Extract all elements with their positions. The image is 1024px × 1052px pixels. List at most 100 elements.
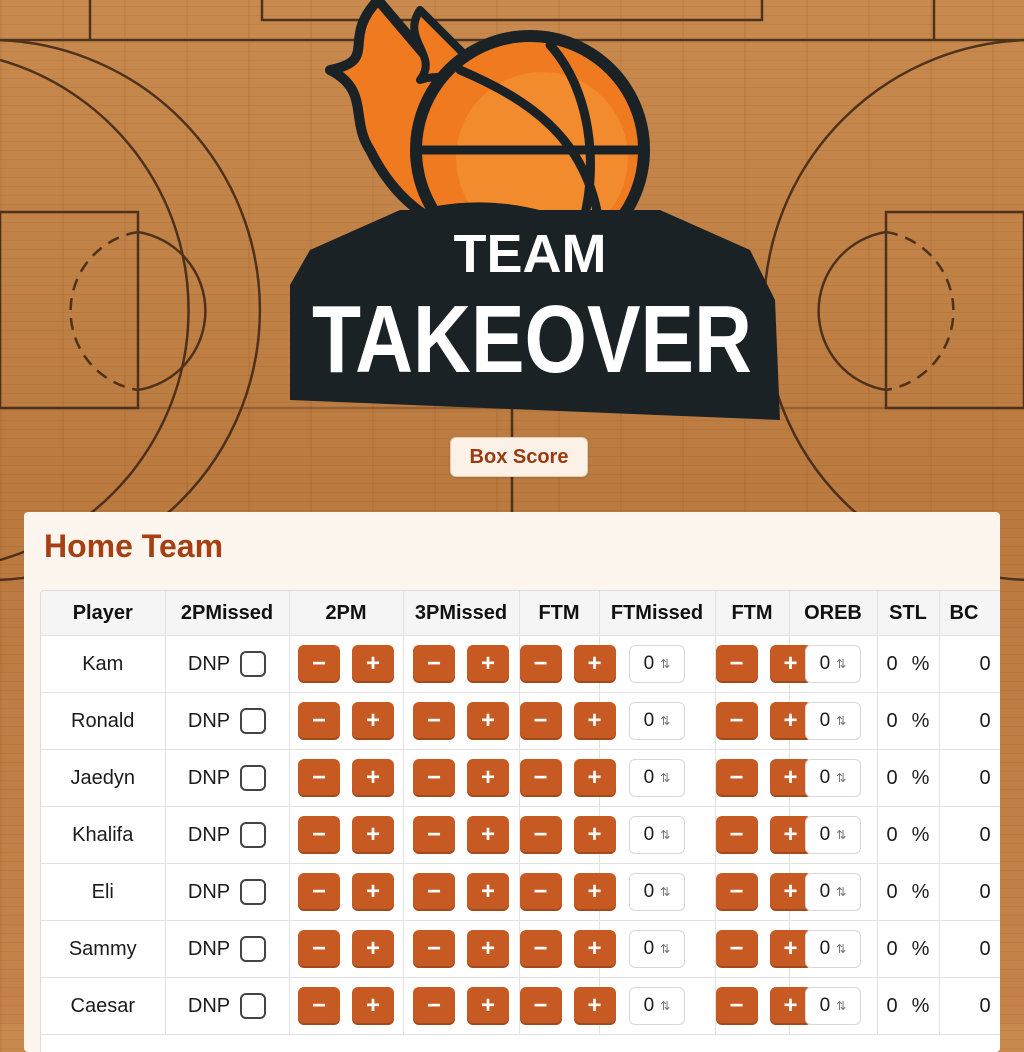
- 2pm-plus-button[interactable]: +: [467, 645, 509, 683]
- percent-sign: %: [911, 880, 930, 903]
- 2pmissed-minus-button[interactable]: −: [298, 816, 340, 854]
- 2pmissed-plus-button[interactable]: +: [352, 873, 394, 911]
- 2pm-minus-button[interactable]: −: [413, 873, 455, 911]
- spinner-arrows-icon[interactable]: ⇅: [660, 886, 670, 898]
- spinner-arrows-icon[interactable]: ⇅: [836, 943, 846, 955]
- spinner-arrows-icon[interactable]: ⇅: [836, 772, 846, 784]
- box-score-button[interactable]: Box Score: [450, 437, 588, 477]
- ftmissed-minus-button[interactable]: −: [715, 816, 758, 854]
- ftm-number-input[interactable]: 0 ⇅: [629, 816, 685, 854]
- dnp-checkbox[interactable]: [240, 993, 267, 1019]
- 2pmissed-minus-button[interactable]: −: [298, 987, 340, 1025]
- 2pmissed-plus-button[interactable]: +: [352, 759, 394, 797]
- table-row: Caesar DNP − + − + − + 0 ⇅ − + 0 ⇅ 0 % 0: [41, 977, 1000, 1035]
- 3pmissed-plus-button[interactable]: +: [573, 759, 616, 797]
- ftm-2-number-input[interactable]: 0 ⇅: [805, 645, 861, 683]
- 2pmissed-minus-button[interactable]: −: [298, 645, 340, 683]
- 2pm-plus-button[interactable]: +: [467, 930, 509, 968]
- ftmissed-minus-button[interactable]: −: [715, 759, 758, 797]
- 3pmissed-minus-button[interactable]: −: [519, 930, 562, 968]
- spinner-arrows-icon[interactable]: ⇅: [660, 943, 670, 955]
- 3pmissed-minus-button[interactable]: −: [519, 816, 562, 854]
- spinner-arrows-icon[interactable]: ⇅: [836, 715, 846, 727]
- dnp-checkbox[interactable]: [240, 651, 267, 677]
- spinner-arrows-icon[interactable]: ⇅: [660, 829, 670, 841]
- box-score-table: Player 2PMissed 2PM 3PMissed FTM FTMisse…: [41, 591, 1000, 1035]
- 2pmissed-minus-button[interactable]: −: [298, 930, 340, 968]
- dnp-label: DNP: [187, 937, 231, 960]
- spinner-arrows-icon[interactable]: ⇅: [836, 1000, 846, 1012]
- 3pmissed-plus-button[interactable]: +: [573, 702, 616, 740]
- table-row: Kam DNP − + − + − + 0 ⇅ − + 0 ⇅ 0 % 0: [41, 635, 1000, 693]
- 2pm-plus-button[interactable]: +: [467, 702, 509, 740]
- 3pmissed-minus-button[interactable]: −: [519, 873, 562, 911]
- 2pm-plus-button[interactable]: +: [467, 873, 509, 911]
- 2pm-stepper: − +: [413, 759, 509, 797]
- 3pmissed-plus-button[interactable]: +: [573, 873, 616, 911]
- ftm-2-number-input[interactable]: 0 ⇅: [805, 702, 861, 740]
- ftm-2-number-input[interactable]: 0 ⇅: [805, 873, 861, 911]
- ftm-number-input[interactable]: 0 ⇅: [629, 759, 685, 797]
- ftm-number-input[interactable]: 0 ⇅: [629, 702, 685, 740]
- 2pm-plus-button[interactable]: +: [467, 816, 509, 854]
- spinner-arrows-icon[interactable]: ⇅: [660, 1000, 670, 1012]
- 2pmissed-minus-button[interactable]: −: [298, 702, 340, 740]
- ftm-2-number-input[interactable]: 0 ⇅: [805, 759, 861, 797]
- 2pm-plus-button[interactable]: +: [467, 987, 509, 1025]
- 3pmissed-minus-button[interactable]: −: [519, 702, 562, 740]
- 2pmissed-plus-button[interactable]: +: [352, 816, 394, 854]
- spinner-arrows-icon[interactable]: ⇅: [836, 658, 846, 670]
- 2pmissed-plus-button[interactable]: +: [352, 645, 394, 683]
- 3pmissed-plus-button[interactable]: +: [573, 816, 616, 854]
- ftm-value: 0: [643, 938, 655, 959]
- col-header-player: Player: [41, 591, 166, 636]
- 2pm-minus-button[interactable]: −: [413, 987, 455, 1025]
- spinner-arrows-icon[interactable]: ⇅: [660, 715, 670, 727]
- ftm-number-input[interactable]: 0 ⇅: [629, 930, 685, 968]
- 2pm-minus-button[interactable]: −: [413, 930, 455, 968]
- 2pmissed-plus-button[interactable]: +: [352, 702, 394, 740]
- 2pm-minus-button[interactable]: −: [413, 759, 455, 797]
- 3pmissed-minus-button[interactable]: −: [519, 759, 562, 797]
- 3pmissed-plus-button[interactable]: +: [573, 987, 616, 1025]
- dnp-checkbox[interactable]: [240, 765, 267, 791]
- ftm-2-number-input[interactable]: 0 ⇅: [805, 987, 861, 1025]
- spinner-arrows-icon[interactable]: ⇅: [836, 829, 846, 841]
- 2pm-stepper: − +: [413, 873, 509, 911]
- ftm-2-value: 0: [819, 995, 831, 1016]
- dnp-checkbox[interactable]: [240, 822, 267, 848]
- ftm-number-input[interactable]: 0 ⇅: [629, 645, 685, 683]
- 3pmissed-minus-button[interactable]: −: [519, 987, 562, 1025]
- 3pmissed-plus-button[interactable]: +: [573, 930, 616, 968]
- dnp-checkbox[interactable]: [240, 708, 267, 734]
- 2pmissed-plus-button[interactable]: +: [352, 987, 394, 1025]
- spinner-arrows-icon[interactable]: ⇅: [660, 772, 670, 784]
- ftm-2-number-input[interactable]: 0 ⇅: [805, 930, 861, 968]
- 2pmissed-plus-button[interactable]: +: [352, 930, 394, 968]
- 2pm-plus-button[interactable]: +: [467, 759, 509, 797]
- 2pmissed-stepper: − +: [298, 702, 394, 740]
- 2pm-minus-button[interactable]: −: [413, 645, 455, 683]
- ftm-number-input[interactable]: 0 ⇅: [629, 987, 685, 1025]
- 3pmissed-plus-button[interactable]: +: [573, 645, 616, 683]
- home-team-panel: Home Team Player 2PMissed 2PM 3PMissed F…: [24, 512, 1000, 1052]
- ftm-number-input[interactable]: 0 ⇅: [629, 873, 685, 911]
- ftmissed-minus-button[interactable]: −: [715, 930, 758, 968]
- ftm-2-number-input[interactable]: 0 ⇅: [805, 816, 861, 854]
- 2pmissed-minus-button[interactable]: −: [298, 873, 340, 911]
- ftmissed-minus-button[interactable]: −: [715, 987, 758, 1025]
- ftmissed-minus-button[interactable]: −: [715, 873, 758, 911]
- ftm-2-value: 0: [819, 767, 831, 788]
- 3pmissed-minus-button[interactable]: −: [519, 645, 562, 683]
- ftmissed-minus-button[interactable]: −: [715, 645, 758, 683]
- 2pmissed-minus-button[interactable]: −: [298, 759, 340, 797]
- dnp-checkbox[interactable]: [240, 879, 267, 905]
- spinner-arrows-icon[interactable]: ⇅: [836, 886, 846, 898]
- dnp-checkbox[interactable]: [240, 936, 267, 962]
- spinner-arrows-icon[interactable]: ⇅: [660, 658, 670, 670]
- 2pm-minus-button[interactable]: −: [413, 702, 455, 740]
- ftmissed-minus-button[interactable]: −: [715, 702, 758, 740]
- table-row: Sammy DNP − + − + − + 0 ⇅ − + 0 ⇅ 0 % 0: [41, 920, 1000, 978]
- 2pm-minus-button[interactable]: −: [413, 816, 455, 854]
- ftm-2-value: 0: [819, 881, 831, 902]
